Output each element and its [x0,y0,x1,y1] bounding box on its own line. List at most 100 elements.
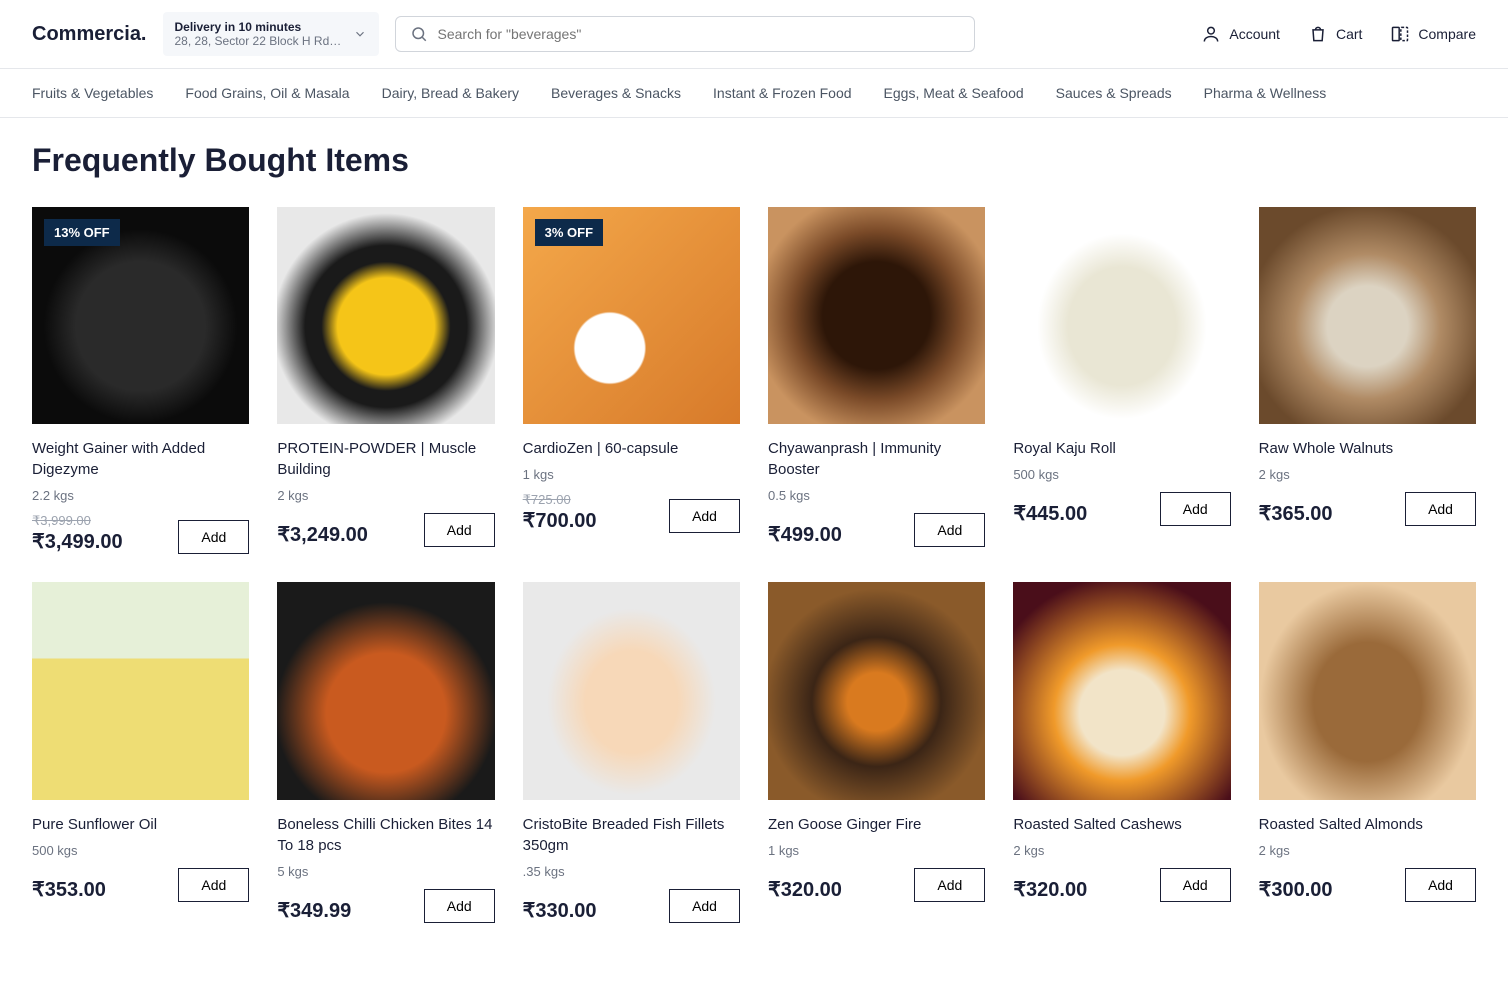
product-image[interactable]: 13% OFF [32,207,249,424]
compare-link[interactable]: Compare [1390,24,1476,44]
price-current: ₹353.00 [32,877,106,902]
price-current: ₹3,249.00 [277,522,368,547]
product-footer: ₹330.00 Add [523,889,740,923]
product-footer: ₹320.00Add [1013,868,1230,902]
add-button[interactable]: Add [914,513,985,547]
product-title: Zen Goose Ginger Fire [768,814,985,835]
product-body: Roasted Salted Almonds2 kgs₹300.00Add [1259,800,1476,902]
product-card[interactable]: PROTEIN-POWDER | Muscle Building2 kgs₹3,… [277,207,494,554]
product-body: CardioZen | 60-capsule1 kgs₹725.00₹700.0… [523,424,740,533]
product-body: Weight Gainer with Added Digezyme2.2 kgs… [32,424,249,554]
discount-badge: 13% OFF [44,219,120,246]
add-button[interactable]: Add [178,520,249,554]
compare-icon [1390,24,1410,44]
account-link[interactable]: Account [1201,24,1280,44]
delivery-address: 28, 28, Sector 22 Block H Rd, H Bloc... [175,34,345,48]
category-link[interactable]: Food Grains, Oil & Masala [185,85,349,101]
product-image[interactable] [768,207,985,424]
product-footer: ₹300.00 Add [1259,868,1476,902]
product-image[interactable] [1013,207,1230,424]
add-button[interactable]: Add [1160,492,1231,526]
product-image-placeholder [277,207,494,424]
category-link[interactable]: Pharma & Wellness [1204,85,1327,101]
add-button[interactable]: Add [669,889,740,923]
product-card[interactable]: Chyawanprash | Immunity Booster0.5 kgs₹4… [768,207,985,554]
add-button[interactable]: Add [424,889,495,923]
price-block: ₹499.00 [768,522,842,547]
product-image[interactable] [277,207,494,424]
product-quantity: 500 kgs [1013,467,1230,482]
add-button[interactable]: Add [1405,868,1476,902]
price-block: ₹3,999.00₹3,499.00 [32,513,123,554]
delivery-selector[interactable]: Delivery in 10 minutes 28, 28, Sector 22… [163,12,379,56]
product-body: PROTEIN-POWDER | Muscle Building2 kgs₹3,… [277,424,494,547]
product-card[interactable]: 13% OFF Weight Gainer with Added Digezyme… [32,207,249,554]
price-old: ₹3,999.00 [32,513,123,529]
add-button[interactable]: Add [669,499,740,533]
product-card[interactable]: Pure Sunflower Oil500 kgs₹353.00Add [32,582,249,922]
add-button[interactable]: Add [178,868,249,902]
main-content: Frequently Bought Items 13% OFFWeight Ga… [0,118,1508,947]
price-current: ₹300.00 [1259,877,1333,902]
search-box[interactable] [395,16,975,52]
product-card[interactable]: Roasted Salted Almonds2 kgs₹300.00Add [1259,582,1476,922]
product-image[interactable] [1259,582,1476,799]
product-card[interactable]: Raw Whole Walnuts2 kgs₹365.00Add [1259,207,1476,554]
product-image[interactable] [1013,582,1230,799]
product-body: Raw Whole Walnuts2 kgs₹365.00Add [1259,424,1476,526]
product-image[interactable] [768,582,985,799]
cart-link[interactable]: Cart [1308,24,1362,44]
product-title: Roasted Salted Cashews [1013,814,1230,835]
category-link[interactable]: Dairy, Bread & Bakery [382,85,519,101]
category-link[interactable]: Eggs, Meat & Seafood [884,85,1024,101]
product-image[interactable]: 3% OFF [523,207,740,424]
price-block: ₹725.00₹700.00 [523,492,597,533]
category-link[interactable]: Beverages & Snacks [551,85,681,101]
cart-label: Cart [1336,26,1362,42]
product-card[interactable]: Roasted Salted Cashews2 kgs₹320.00Add [1013,582,1230,922]
product-quantity: 2 kgs [277,488,494,503]
product-image[interactable] [32,582,249,799]
product-footer: ₹499.00 Add [768,513,985,547]
product-card[interactable]: CristoBite Breaded Fish Fillets 350gm.35… [523,582,740,922]
product-image[interactable] [277,582,494,799]
brand-logo[interactable]: Commercia. [32,23,147,46]
price-current: ₹365.00 [1259,501,1333,526]
price-block: ₹300.00 [1259,877,1333,902]
add-button[interactable]: Add [914,868,985,902]
account-label: Account [1229,26,1280,42]
product-footer: ₹725.00₹700.00 Add [523,492,740,533]
price-current: ₹330.00 [523,898,597,923]
search-input[interactable] [438,26,960,42]
product-card[interactable]: Zen Goose Ginger Fire1 kgs₹320.00Add [768,582,985,922]
category-link[interactable]: Sauces & Spreads [1056,85,1172,101]
price-block: ₹365.00 [1259,501,1333,526]
category-link[interactable]: Fruits & Vegetables [32,85,153,101]
product-card[interactable]: 3% OFFCardioZen | 60-capsule1 kgs₹725.00… [523,207,740,554]
product-image[interactable] [523,582,740,799]
price-current: ₹445.00 [1013,501,1087,526]
product-footer: ₹320.00 Add [768,868,985,902]
price-block: ₹320.00 [768,877,842,902]
add-button[interactable]: Add [1160,868,1231,902]
chevron-down-icon [353,27,367,41]
product-card[interactable]: Boneless Chilli Chicken Bites 14 To 18 p… [277,582,494,922]
site-header: Commercia. Delivery in 10 minutes 28, 28… [0,0,1508,69]
product-quantity: 500 kgs [32,843,249,858]
product-body: CristoBite Breaded Fish Fillets 350gm.35… [523,800,740,923]
price-block: ₹445.00 [1013,501,1087,526]
product-image[interactable] [1259,207,1476,424]
add-button[interactable]: Add [1405,492,1476,526]
delivery-info: Delivery in 10 minutes 28, 28, Sector 22… [175,20,345,48]
price-current: ₹349.99 [277,898,351,923]
add-button[interactable]: Add [424,513,495,547]
product-image-placeholder [768,582,985,799]
price-current: ₹700.00 [523,508,597,533]
product-image-placeholder [1259,207,1476,424]
product-image-placeholder [1013,582,1230,799]
product-card[interactable]: Royal Kaju Roll500 kgs₹445.00Add [1013,207,1230,554]
product-footer: ₹365.00 Add [1259,492,1476,526]
product-image-placeholder [277,582,494,799]
product-title: Weight Gainer with Added Digezyme [32,438,249,480]
category-link[interactable]: Instant & Frozen Food [713,85,852,101]
